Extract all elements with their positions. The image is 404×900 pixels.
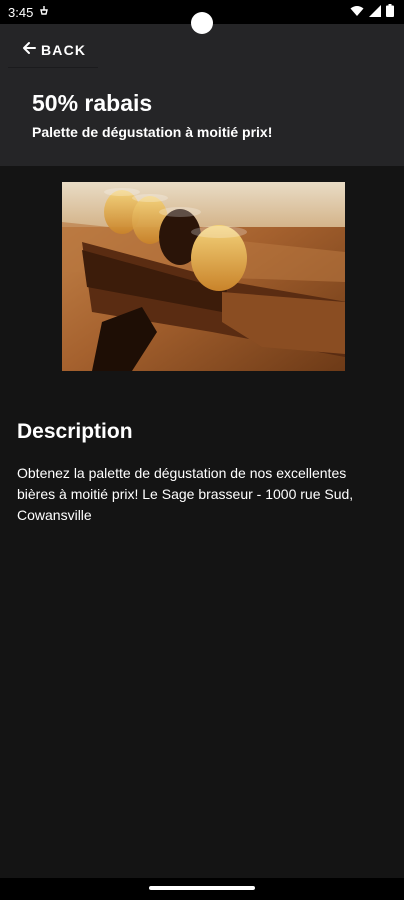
back-button[interactable]: BACK xyxy=(8,32,98,68)
home-indicator[interactable] xyxy=(149,886,255,890)
page-subtitle: Palette de dégustation à moitié prix! xyxy=(32,124,273,140)
signal-icon xyxy=(369,4,381,20)
description-heading: Description xyxy=(17,420,133,443)
wifi-icon xyxy=(350,5,364,20)
battery-icon xyxy=(386,4,394,20)
arrow-left-icon xyxy=(22,41,36,58)
page-title: 50% rabais xyxy=(32,90,153,116)
app-header: BACK 50% rabais Palette de dégustation à… xyxy=(0,24,404,166)
status-right xyxy=(350,4,394,20)
status-left: 3:45 xyxy=(8,5,49,20)
notification-icon xyxy=(39,5,49,20)
camera-cutout xyxy=(191,12,213,34)
clock: 3:45 xyxy=(8,4,34,20)
description-text: Obtenez la palette de dégustation de nos… xyxy=(17,465,354,523)
main-content: Description Obtenez la palette de dégust… xyxy=(0,166,404,878)
back-button-label: BACK xyxy=(41,41,87,58)
promo-image xyxy=(62,182,347,371)
navigation-bar xyxy=(0,878,404,900)
